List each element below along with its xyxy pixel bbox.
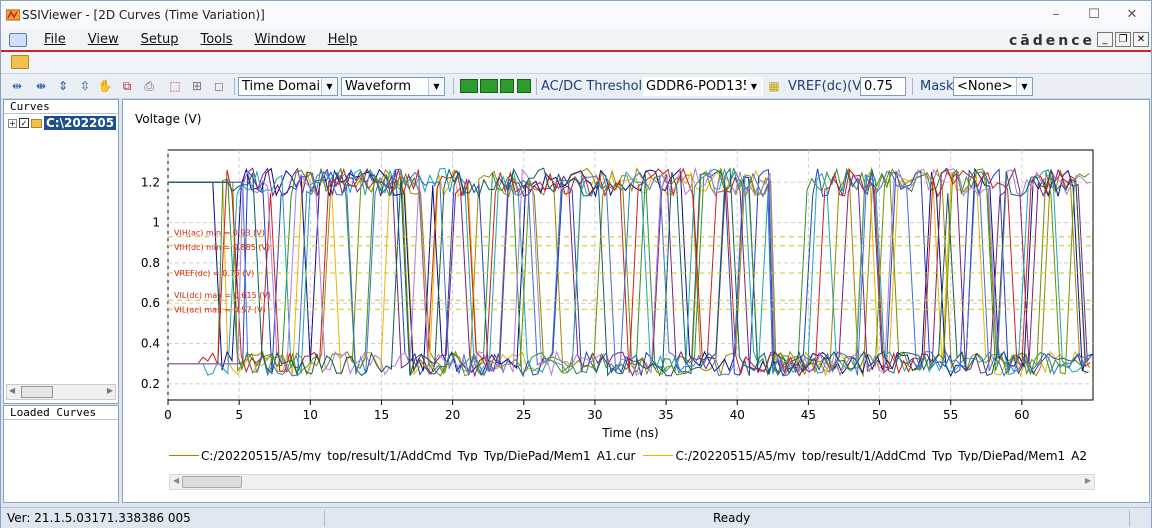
menu-file[interactable]: File (44, 32, 66, 47)
x-tick-label: 55 (943, 408, 958, 422)
waveform-chart[interactable]: 0.2 0.4 0.6 0.8 1 1.2 0 5 10 15 20 25 30 35 40 45 50 55 60… (123, 100, 1151, 504)
x-tick-label: 45 (801, 408, 816, 422)
version-text: Ver: 21.1.5.03171.338386 005 (7, 511, 191, 525)
chevron-down-icon: ▼ (321, 78, 337, 95)
zoom-x-out-icon[interactable]: ⇼ (33, 79, 49, 94)
curves-panel: Curves + ✓ C:\202205 ◀ ▶ (3, 99, 119, 404)
calendar-icon[interactable]: ▦ (766, 79, 782, 94)
tree-item-label: C:\202205 (44, 116, 117, 130)
left-pane: Curves + ✓ C:\202205 ◀ ▶ Loaded Curves (3, 99, 119, 503)
open-folder-icon[interactable] (11, 55, 29, 69)
y-tick-label: 1.2 (141, 175, 160, 189)
threshold-label: AC/DC Threshold: (541, 79, 655, 94)
expand-icon[interactable]: + (8, 118, 17, 128)
x-axis-label: Time (ns) (601, 426, 658, 440)
legend-entry: C:/20220515/A5/my_top/result/1/AddCmd_Ty… (643, 448, 1088, 462)
curves-horizontal-scrollbar[interactable]: ◀ ▶ (6, 384, 116, 400)
legend-label: C:/20220515/A5/my_top/result/1/AddCmd_Ty… (675, 448, 1088, 462)
x-tick-label: 0 (164, 408, 172, 422)
minimize-button[interactable]: – (1037, 1, 1075, 29)
loaded-curves-panel: Loaded Curves (3, 405, 119, 503)
threshold-annotation: VREF(dc) = 0.75 (V) (174, 269, 254, 278)
cadence-logo: cādence (1008, 33, 1095, 49)
fit-icon[interactable]: ⊞ (189, 79, 205, 94)
x-tick-label: 50 (872, 408, 887, 422)
legend-line (169, 455, 199, 456)
curve-tree-item[interactable]: + ✓ C:\202205 (8, 116, 117, 130)
chevron-down-icon: ▼ (428, 78, 444, 95)
menu-window[interactable]: Window (255, 32, 306, 47)
x-tick-label: 20 (445, 408, 460, 422)
loaded-curves-header: Loaded Curves (4, 406, 118, 420)
mdi-close-button[interactable]: ✕ (1133, 32, 1149, 47)
x-tick-label: 30 (587, 408, 602, 422)
menu-tools[interactable]: Tools (200, 32, 232, 47)
close-button[interactable]: ✕ (1113, 1, 1151, 29)
x-tick-label: 60 (1014, 408, 1029, 422)
legend: C:/20220515/A5/my_top/result/1/AddCmd_Ty… (169, 445, 1152, 461)
plot-area[interactable]: Voltage (V) 0.2 0.4 0.6 0.8 1 1.2 0 5 10 15 20 25 30… (122, 99, 1150, 503)
vref-input[interactable] (860, 77, 906, 96)
print-icon[interactable]: ⎙ (141, 79, 157, 94)
maximize-button[interactable]: ☐ (1075, 1, 1113, 29)
threshold-annotation: VIH(dc) min = 0.885 (V) (174, 243, 270, 252)
menu-bar: File View Setup Tools Window Help cādenc… (1, 29, 1151, 52)
plot-horizontal-scrollbar[interactable]: ◀ ▶ (169, 474, 1095, 490)
menu-help[interactable]: Help (328, 32, 358, 47)
ready-status: Ready (713, 511, 751, 525)
app-logo-icon (6, 9, 20, 21)
jitter-icon[interactable] (517, 79, 531, 93)
x-tick-label: 40 (730, 408, 745, 422)
legend-label: C:/20220515/A5/my_top/result/1/AddCmd_Ty… (201, 448, 636, 462)
chevron-down-icon: ▼ (1016, 78, 1032, 95)
zoom-box-icon[interactable]: ⬚ (167, 79, 183, 94)
mask-grid-icon[interactable] (480, 79, 498, 93)
y-tick-label: 0.8 (141, 256, 160, 270)
copy-icon[interactable]: ⧉ (119, 79, 135, 94)
mask-select[interactable]: <None> ▼ (953, 77, 1033, 96)
domain-select[interactable]: Time Domain ▼ (238, 77, 338, 96)
x-tick-label: 25 (516, 408, 531, 422)
curves-header: Curves (4, 100, 118, 114)
eye-diagram-icon[interactable] (460, 79, 478, 93)
threshold-select[interactable]: GDDR6-POD135 ▼ (643, 77, 763, 96)
x-tick-label: 35 (658, 408, 673, 422)
x-tick-label: 5 (235, 408, 243, 422)
x-tick-label: 10 (303, 408, 318, 422)
menu-setup[interactable]: Setup (141, 32, 179, 47)
chevron-down-icon: ▼ (746, 78, 762, 95)
full-view-icon[interactable]: ◻ (211, 79, 227, 94)
folder-icon (31, 118, 42, 128)
plot-toolbar: ⇹ ⇼ ⇕ ⇳ ✋ ⧉ ⎙ ⬚ ⊞ ◻ Time Domain ▼ Wavefor… (1, 74, 1151, 99)
menu-view[interactable]: View (88, 32, 119, 47)
mdi-restore-button[interactable]: ❐ (1115, 32, 1131, 47)
checkbox[interactable]: ✓ (19, 118, 29, 128)
zoom-x-icon[interactable]: ⇹ (9, 79, 25, 94)
mdi-minimize-button[interactable]: _ (1097, 32, 1113, 47)
file-toolbar (1, 52, 1151, 74)
threshold-annotation: VIH(ac) min = 0.93 (V) (174, 229, 265, 238)
zoom-y-out-icon[interactable]: ⇳ (77, 79, 93, 94)
scrollbar-thumb[interactable] (182, 476, 242, 488)
legend-entry: C:/20220515/A5/my_top/result/1/AddCmd_Ty… (169, 448, 636, 462)
title-bar: SSIViewer - [2D Curves (Time Variation)]… (1, 1, 1151, 29)
y-tick-label: 0.4 (141, 337, 160, 351)
x-tick-label: 15 (374, 408, 389, 422)
app-window: SSIViewer - [2D Curves (Time Variation)]… (0, 0, 1152, 528)
zoom-y-icon[interactable]: ⇕ (55, 79, 71, 94)
threshold-annotation: VIL(dc) max = 0.615 (V) (174, 291, 271, 300)
status-bar: Ver: 21.1.5.03171.338386 005 Ready (1, 507, 1151, 528)
legend-line (643, 455, 674, 456)
window-title: SSIViewer - [2D Curves (Time Variation)] (22, 8, 265, 22)
y-tick-label: 0.2 (141, 377, 160, 391)
view-select[interactable]: Waveform ▼ (341, 77, 445, 96)
threshold-annotation: VIL(ac) max = 0.57 (V) (174, 305, 266, 314)
y-tick-label: 1 (152, 216, 160, 230)
measure-icon[interactable] (500, 79, 514, 93)
pan-hand-icon[interactable]: ✋ (97, 79, 113, 94)
y-tick-label: 0.6 (141, 296, 160, 310)
document-window-icon[interactable] (9, 32, 27, 47)
vref-label: VREF(dc)(V): (788, 79, 871, 94)
